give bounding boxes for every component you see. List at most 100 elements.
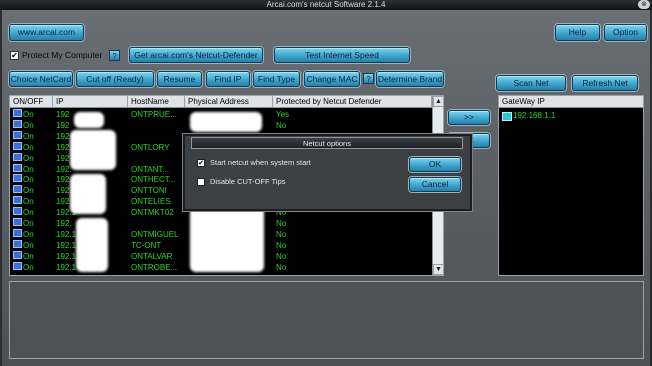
- row-state: On: [23, 229, 34, 239]
- start-with-system-label: Start netcut when system start: [210, 158, 311, 167]
- computer-icon: [13, 218, 22, 226]
- row-state: On: [23, 142, 34, 152]
- row-ip: 192: [56, 131, 70, 141]
- row-hostname: ONTALVAR: [131, 251, 173, 261]
- row-protected: No: [276, 219, 287, 228]
- scan-net-button[interactable]: Scan Net: [496, 75, 566, 91]
- computer-icon: [13, 228, 22, 237]
- disable-tips-checkbox[interactable]: [197, 178, 205, 186]
- computer-icon: [13, 119, 22, 128]
- row-ip: 192.1: [56, 240, 77, 250]
- find-type-button[interactable]: Find Type: [253, 71, 300, 87]
- row-protected: No: [276, 120, 287, 130]
- row-ip: 192.: [56, 219, 72, 228]
- row-protected: No: [276, 229, 287, 239]
- gateway-header-label: GateWay IP: [502, 97, 545, 106]
- redaction: [74, 112, 104, 128]
- computer-icon: [13, 207, 22, 216]
- gateway-header: GateWay IP: [499, 96, 643, 108]
- col-hostname-header[interactable]: HostName: [128, 96, 185, 108]
- col-ip-header[interactable]: IP: [53, 96, 128, 108]
- cutoff-button[interactable]: Cut off (Ready): [76, 71, 154, 87]
- option-button[interactable]: Option: [604, 24, 647, 41]
- computer-icon: [13, 185, 22, 194]
- computer-icon: [13, 261, 22, 270]
- row-hostname: ONTMKT02: [131, 208, 174, 218]
- row-ip: 192.1: [56, 251, 77, 261]
- row-state: On: [23, 175, 34, 185]
- protect-help-icon[interactable]: ?: [109, 50, 120, 61]
- move-right-button[interactable]: >>: [448, 110, 490, 125]
- computer-icon: [13, 152, 22, 161]
- row-state: On: [23, 131, 34, 141]
- row-hostname: ONTROBE...: [131, 262, 178, 272]
- get-defender-button[interactable]: Get arcai.com's Netcut-Defender: [129, 47, 263, 63]
- gateway-ip: 192.168.1.1: [513, 111, 556, 120]
- row-hostname: ONTLORY: [131, 142, 170, 152]
- row-ip: 192: [56, 120, 70, 130]
- row-ip: 192: [56, 153, 70, 163]
- row-protected: No: [276, 240, 287, 250]
- test-speed-button[interactable]: Test Internet Speed: [274, 47, 410, 63]
- row-state: On: [23, 197, 34, 207]
- gateway-list[interactable]: GateWay IP 192.168.1.1: [498, 95, 644, 276]
- protect-label: Protect My Computer: [22, 50, 103, 60]
- protect-checkbox[interactable]: ✔: [10, 51, 19, 60]
- computer-icon: [13, 109, 22, 117]
- window-title: Arcai.com's netcut Software 2.1.4: [266, 0, 386, 9]
- computer-icon: [13, 250, 22, 259]
- row-ip: 192: [56, 110, 70, 119]
- row-state: On: [23, 262, 34, 272]
- help-button[interactable]: Help: [555, 24, 600, 41]
- col-protected-header[interactable]: Protected by Netcut Defender: [273, 96, 432, 108]
- computer-icon: [13, 163, 22, 172]
- ok-button[interactable]: OK: [409, 157, 461, 172]
- row-hostname: TC-ONT: [131, 240, 162, 250]
- row-ip: 192.1: [56, 229, 77, 239]
- gateway-row[interactable]: 192.168.1.1: [499, 110, 643, 121]
- computer-icon: [13, 174, 22, 183]
- row-hostname: ONTANT...: [131, 164, 170, 174]
- row-state: On: [23, 219, 34, 228]
- mac-help-icon[interactable]: ?: [363, 73, 374, 84]
- resume-button[interactable]: Resume: [157, 71, 202, 87]
- disable-tips-label: Disable CUT-OFF Tips: [210, 177, 286, 186]
- row-protected: Yes: [276, 110, 290, 119]
- row-state: On: [23, 164, 34, 174]
- row-state: On: [23, 153, 34, 163]
- row-state: On: [23, 110, 34, 119]
- row-ip: 192.1: [56, 262, 77, 272]
- cancel-button[interactable]: Cancel: [409, 177, 461, 192]
- host-list-header: ON/OFF IP HostName Physical Address Prot…: [10, 96, 432, 108]
- scroll-down-icon[interactable]: ▼: [433, 264, 443, 275]
- refresh-net-button[interactable]: Refresh Net: [572, 75, 638, 91]
- choice-netcard-button[interactable]: Choice NetCard: [9, 71, 73, 87]
- close-icon[interactable]: ⊗: [638, 0, 650, 9]
- row-state: On: [23, 186, 34, 196]
- determine-brand-button[interactable]: Determine Brand: [376, 71, 444, 87]
- find-ip-button[interactable]: Find IP: [206, 71, 250, 87]
- computer-icon: [13, 141, 22, 150]
- row-hostname: ONTMIGUEL: [131, 229, 179, 239]
- scroll-up-icon[interactable]: ▲: [433, 96, 443, 107]
- redaction: [190, 112, 262, 132]
- row-state: On: [23, 120, 34, 130]
- arcai-site-button[interactable]: www.arcai.com: [9, 24, 84, 41]
- redaction: [70, 174, 106, 214]
- row-state: On: [23, 240, 34, 250]
- row-protected: No: [276, 251, 287, 261]
- computer-icon: [13, 130, 22, 139]
- redaction: [190, 206, 264, 272]
- computer-icon: [13, 196, 22, 205]
- change-mac-button[interactable]: Change MAC: [304, 71, 360, 87]
- col-onoff-header[interactable]: ON/OFF: [10, 96, 53, 108]
- col-physical-header[interactable]: Physical Address: [185, 96, 273, 108]
- row-hostname: ONTHECT...: [131, 175, 176, 185]
- start-with-system-checkbox[interactable]: ✔: [197, 159, 205, 167]
- network-icon: [502, 112, 512, 121]
- redaction: [76, 218, 108, 272]
- dialog-title: Netcut options: [191, 137, 463, 149]
- row-protected: No: [276, 262, 287, 272]
- log-panel: [9, 281, 644, 359]
- row-state: On: [23, 208, 34, 218]
